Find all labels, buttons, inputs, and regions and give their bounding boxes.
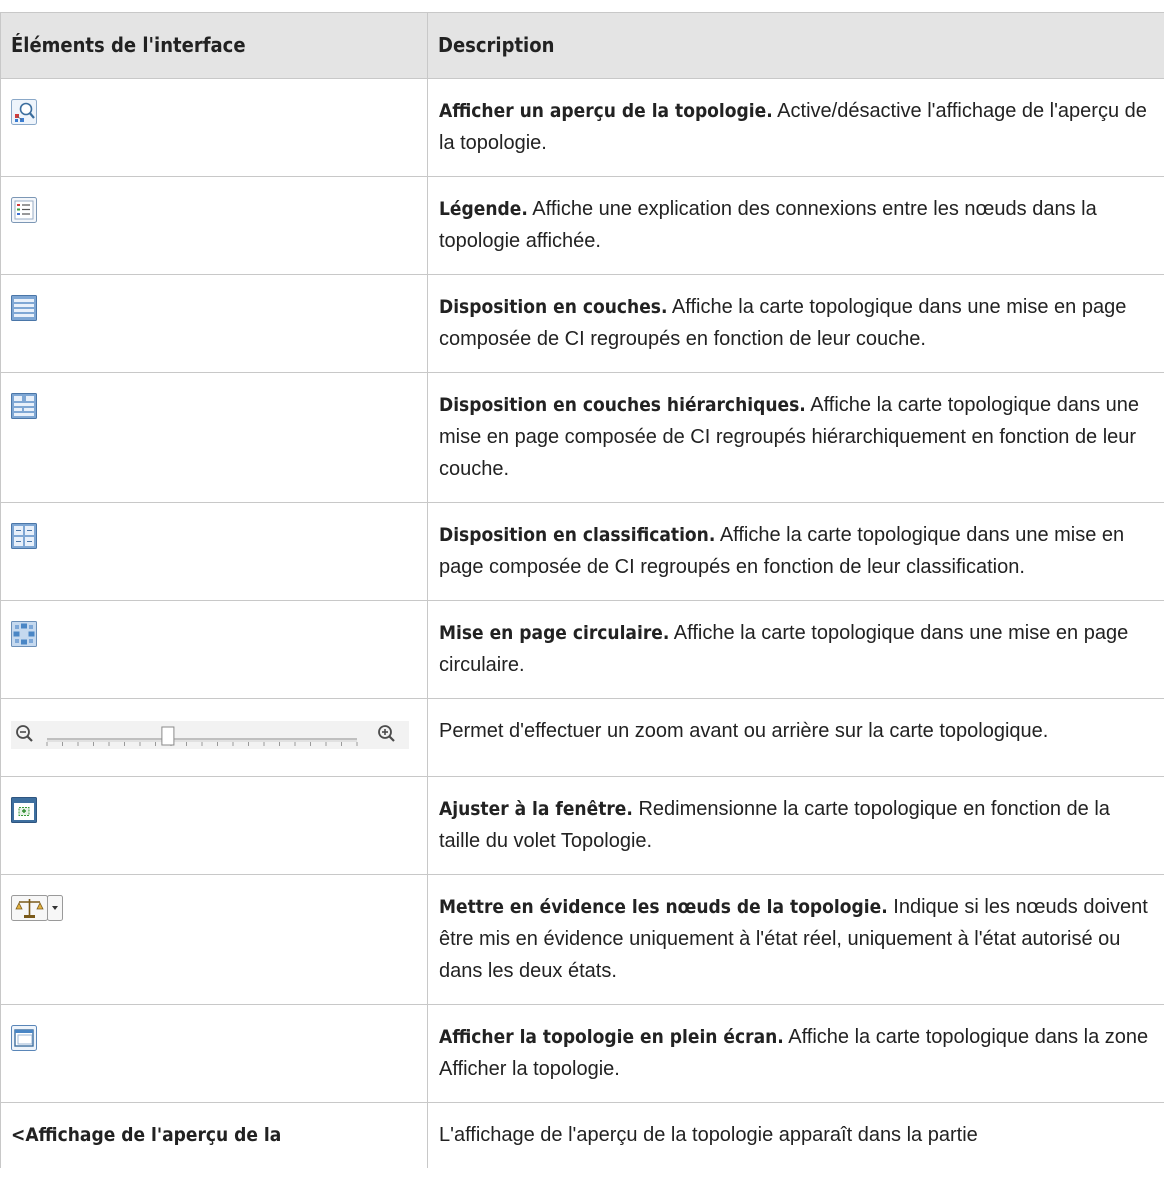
element-cell [0, 372, 428, 503]
table-row: <Affichage de l'aperçu de la L'affichage… [0, 1102, 1164, 1168]
element-description: L'affichage de l'aperçu de la topologie … [439, 1124, 978, 1146]
description-cell: Ajuster à la fenêtre. Redimensionne la c… [427, 776, 1164, 875]
element-cell: <Affichage de l'aperçu de la [0, 1102, 428, 1168]
element-term: Afficher un aperçu de la topologie. [439, 100, 773, 122]
element-term: Mise en page circulaire. [439, 622, 670, 644]
element-term: Disposition en classification. [439, 524, 716, 546]
description-cell: Disposition en couches hiérarchiques. Af… [427, 372, 1164, 503]
element-cell [0, 502, 428, 601]
element-cell [0, 776, 428, 875]
description-cell: Afficher la topologie en plein écran. Af… [427, 1004, 1164, 1103]
description-cell: Mettre en évidence les nœuds de la topol… [427, 874, 1164, 1005]
table-row: Afficher la topologie en plein écran. Af… [0, 1004, 1164, 1103]
fullscreen-icon [11, 1025, 37, 1061]
element-cell [0, 698, 428, 777]
element-term: Mettre en évidence les nœuds de la topol… [439, 896, 888, 918]
highlight-nodes-icon[interactable] [11, 895, 65, 931]
classification-layout-icon [11, 523, 37, 559]
element-term: <Affichage de l'aperçu de la [11, 1124, 282, 1146]
description-cell: Mise en page circulaire. Affiche la cart… [427, 600, 1164, 699]
table-header-row: Éléments de l'interface Description [0, 12, 1164, 79]
zoom-slider[interactable] [11, 721, 409, 759]
ui-elements-table: Éléments de l'interface Description Affi… [0, 12, 1164, 1168]
description-cell: Afficher un aperçu de la topologie. Acti… [427, 78, 1164, 177]
element-term: Afficher la topologie en plein écran. [439, 1026, 784, 1048]
element-term: Légende. [439, 198, 528, 220]
hierarchical-layer-layout-icon [11, 393, 37, 429]
topology-preview-icon [11, 99, 37, 135]
table-row: Afficher un aperçu de la topologie. Acti… [0, 78, 1164, 177]
element-cell [0, 1004, 428, 1103]
element-cell [0, 274, 428, 373]
element-cell [0, 78, 428, 177]
description-cell: Disposition en classification. Affiche l… [427, 502, 1164, 601]
table-row: Ajuster à la fenêtre. Redimensionne la c… [0, 776, 1164, 875]
layer-layout-icon [11, 295, 37, 331]
element-term: Disposition en couches hiérarchiques. [439, 394, 806, 416]
table-row: Disposition en classification. Affiche l… [0, 502, 1164, 601]
table-row: Légende. Affiche une explication des con… [0, 176, 1164, 275]
header-description: Description [427, 12, 1164, 79]
description-cell: L'affichage de l'aperçu de la topologie … [427, 1102, 1164, 1168]
element-term: Disposition en couches. [439, 296, 668, 318]
table-row: Disposition en couches. Affiche la carte… [0, 274, 1164, 373]
table-row: Disposition en couches hiérarchiques. Af… [0, 372, 1164, 503]
circular-layout-icon [11, 621, 37, 657]
element-term: Ajuster à la fenêtre. [439, 798, 633, 820]
element-description: Affiche une explication des connexions e… [439, 198, 1097, 252]
element-cell [0, 874, 428, 1005]
fit-to-window-icon [11, 797, 37, 833]
table-row: Mise en page circulaire. Affiche la cart… [0, 600, 1164, 699]
description-cell: Légende. Affiche une explication des con… [427, 176, 1164, 275]
zoom-thumb[interactable] [161, 726, 175, 746]
description-cell: Permet d'effectuer un zoom avant ou arri… [427, 698, 1164, 777]
table-row: Mettre en évidence les nœuds de la topol… [0, 874, 1164, 1005]
description-cell: Disposition en couches. Affiche la carte… [427, 274, 1164, 373]
element-cell [0, 176, 428, 275]
element-cell [0, 600, 428, 699]
element-description: Permet d'effectuer un zoom avant ou arri… [439, 720, 1049, 742]
header-elements: Éléments de l'interface [0, 12, 428, 79]
table-row: Permet d'effectuer un zoom avant ou arri… [0, 698, 1164, 777]
legend-icon [11, 197, 37, 233]
